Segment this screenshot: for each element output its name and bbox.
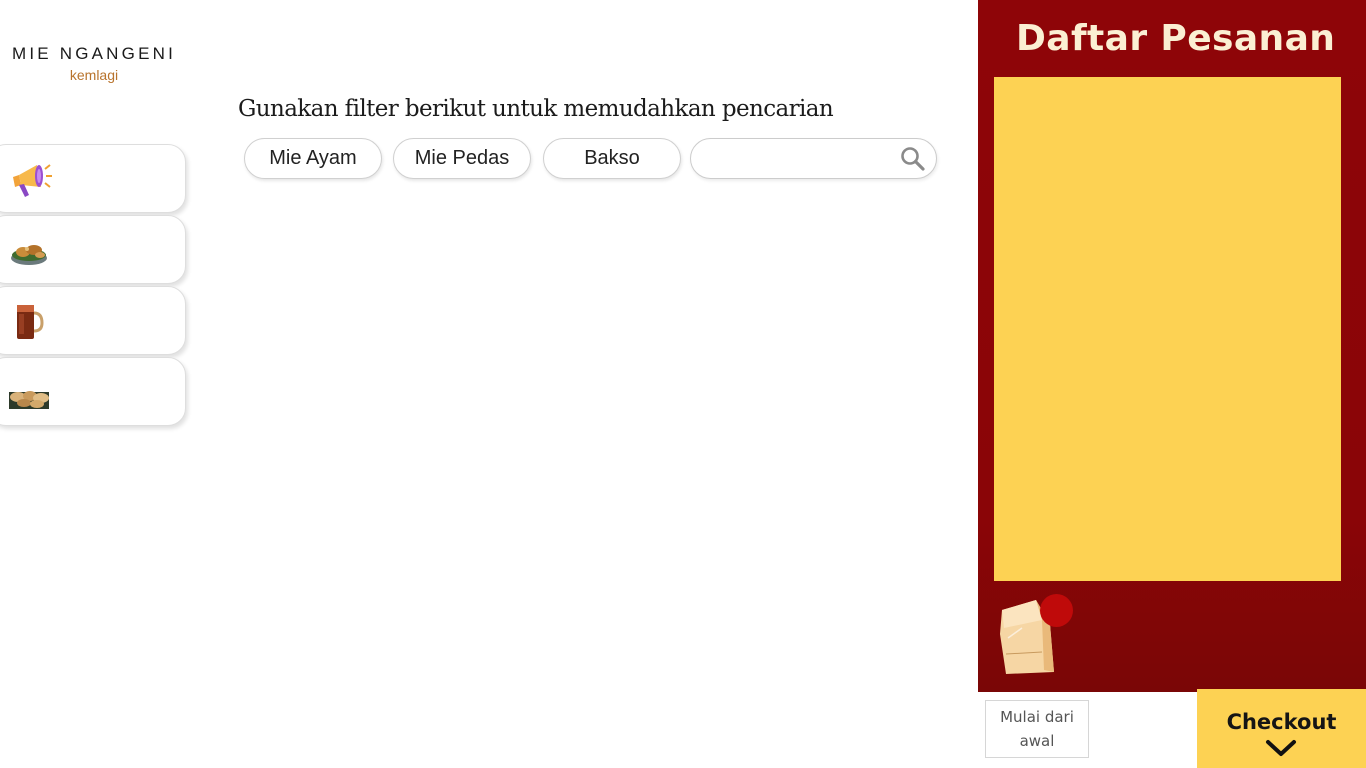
reset-button[interactable]: Mulai dari awal [985, 700, 1089, 758]
order-panel: Daftar Pesanan [978, 0, 1366, 692]
filter-chip-bakso[interactable]: Bakso [543, 138, 681, 179]
filter-chip-mie-ayam[interactable]: Mie Ayam [244, 138, 382, 179]
fried-snack-icon [9, 391, 49, 409]
filter-title: Gunakan filter berikut untuk memudahkan … [238, 96, 834, 122]
brand: MIE NGANGENI kemlagi [0, 44, 188, 83]
category-item-snacks[interactable] [0, 357, 186, 426]
page: MIE NGANGENI kemlagi Gunakan filter beri… [0, 0, 1366, 768]
cart-badge [1040, 594, 1073, 627]
filter-chip-mie-pedas[interactable]: Mie Pedas [393, 138, 531, 179]
category-sidebar [0, 144, 186, 428]
chevron-down-icon [1266, 740, 1296, 756]
brand-name: MIE NGANGENI [11, 44, 177, 63]
order-title: Daftar Pesanan [1016, 18, 1336, 59]
checkout-label: Checkout [1226, 710, 1337, 734]
search-input[interactable] [705, 147, 895, 171]
category-item-food[interactable] [0, 215, 186, 284]
megaphone-icon [13, 164, 52, 197]
category-item-drinks[interactable] [0, 286, 186, 355]
checkout-button[interactable]: Checkout [1197, 689, 1366, 768]
order-list [994, 77, 1341, 581]
category-item-promo[interactable] [0, 144, 186, 213]
noodle-bowl-icon [11, 245, 47, 265]
brand-subtitle: kemlagi [69, 67, 119, 83]
search-icon[interactable] [900, 146, 926, 172]
search-box [690, 138, 937, 179]
iced-tea-icon [17, 305, 44, 339]
